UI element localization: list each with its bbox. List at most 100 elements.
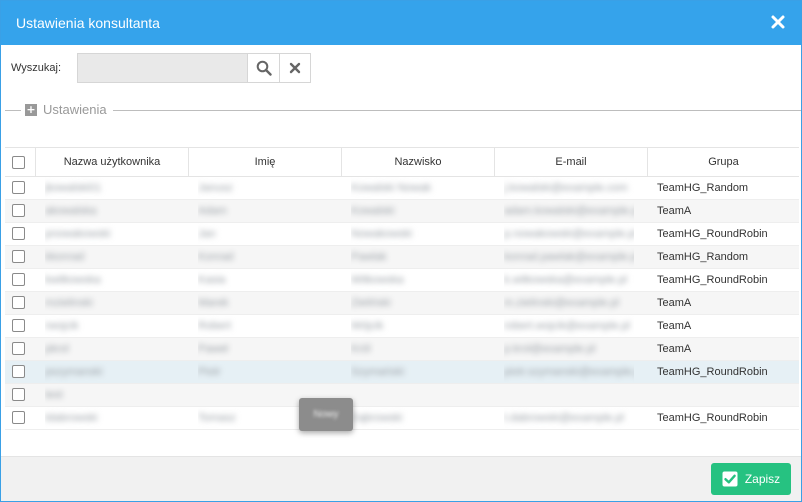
row-checkbox[interactable] [12, 181, 25, 194]
cell-username-text: pkrol [45, 343, 69, 355]
cell-group-text: TeamHG_RoundRobin [657, 228, 768, 240]
cell-group: TeamHG_Random [657, 177, 797, 199]
cell-first-name-text: Marek [198, 297, 229, 309]
row-checkbox[interactable] [12, 273, 25, 286]
table-row[interactable]: tdabrowski Tomasz Dąbrowski t.dabrowski@exa… [5, 407, 799, 430]
cell-last-name-text: Nowakowski [351, 228, 413, 240]
cell-group: TeamA [657, 338, 797, 360]
cell-last-name-text: Wójcik [351, 320, 384, 332]
consultant-settings-dialog: Ustawienia konsultanta Wyszukaj: + Ustaw… [0, 0, 802, 502]
cell-first-name-text: Adam [198, 205, 227, 217]
select-all-checkbox[interactable] [12, 156, 25, 169]
cell-group-text: TeamHG_RoundRobin [657, 274, 768, 286]
table-row[interactable]: pnowakowski Jan Nowakowski p.nowakowski@exa… [5, 223, 799, 246]
clear-search-button[interactable] [279, 53, 311, 83]
cell-last-name-text: Witkowska [351, 274, 404, 286]
check-square-icon [722, 471, 738, 487]
table-row[interactable]: kkonrad Konrad Pawlak konrad.pawlak@example… [5, 246, 799, 269]
cell-first-name-text: Piotr [198, 366, 221, 378]
row-checkbox[interactable] [12, 388, 25, 401]
cell-email: piotr.szymanski@example.pl [504, 361, 634, 383]
table-row[interactable]: mzielinski Marek Zieliński m.zielinski@exam… [5, 292, 799, 315]
row-checkbox[interactable] [12, 411, 25, 424]
column-header-username[interactable]: Nazwa użytkownika [35, 148, 188, 177]
column-header-first-name[interactable]: Imię [188, 148, 341, 177]
cell-username-text: test [45, 389, 63, 401]
cell-last-name [351, 384, 491, 406]
cell-email: p.krol@example.pl [504, 338, 634, 360]
cell-first-name: Robert [198, 315, 338, 337]
search-button[interactable] [247, 53, 279, 83]
cell-last-name: Witkowska [351, 269, 491, 291]
cell-group: TeamHG_RoundRobin [657, 269, 797, 291]
cell-email: m.zielinski@example.pl [504, 292, 634, 314]
column-header-group[interactable]: Grupa [647, 148, 799, 177]
cell-group-text: TeamHG_RoundRobin [657, 412, 768, 424]
cell-group-text: TeamA [657, 320, 692, 332]
cell-email-text: konrad.pawlak@example.pl [504, 251, 634, 263]
cell-group: TeamHG_RoundRobin [657, 223, 797, 245]
save-button-label: Zapisz [744, 472, 781, 486]
row-checkbox[interactable] [12, 250, 25, 263]
cell-username: pnowakowski [45, 223, 185, 245]
settings-section-toggle[interactable]: + Ustawienia [21, 102, 113, 117]
cell-username-text: jkowalski01 [45, 182, 102, 194]
row-checkbox[interactable] [12, 342, 25, 355]
row-checkbox[interactable] [12, 204, 25, 217]
cell-last-name: Kowalski [351, 200, 491, 222]
cell-first-name-text: Kasia [198, 274, 226, 286]
cell-last-name-text: Dąbrowski [351, 412, 403, 424]
row-checkbox[interactable] [12, 296, 25, 309]
cell-email [504, 384, 634, 406]
cell-last-name-text: Zieliński [351, 297, 391, 309]
cell-last-name-text: Kowalski Nowak [351, 182, 432, 194]
cell-last-name: Król [351, 338, 491, 360]
table-row[interactable]: pszymanski Piotr Szymański piotr.szymanski@… [5, 361, 799, 384]
cell-last-name: Dąbrowski [351, 407, 491, 429]
cell-first-name: Piotr [198, 361, 338, 383]
table-row[interactable]: kwitkowska Kasia Witkowska k.witkowska@exam… [5, 269, 799, 292]
cell-group: TeamA [657, 292, 797, 314]
search-input[interactable] [77, 53, 247, 83]
save-button[interactable]: Zapisz [711, 463, 791, 495]
cell-last-name-text: Kowalski [351, 205, 395, 217]
cell-email-text: m.zielinski@example.pl [504, 297, 620, 309]
cell-group: TeamHG_RoundRobin [657, 407, 797, 429]
cell-last-name-text: Król [351, 343, 371, 355]
cell-email: robert.wojcik@example.pl [504, 315, 634, 337]
table-row[interactable]: pkrol Paweł Król p.krol@example.pl TeamA [5, 338, 799, 361]
cell-username: test [45, 384, 185, 406]
cell-username: pszymanski [45, 361, 185, 383]
cell-username: tdabrowski [45, 407, 185, 429]
cell-group [657, 384, 797, 406]
cell-group-text: TeamA [657, 297, 692, 309]
cell-username: rwojcik [45, 315, 185, 337]
cell-username-text: pszymanski [45, 366, 103, 378]
cell-group-text: TeamA [657, 205, 692, 217]
cell-first-name: Paweł [198, 338, 338, 360]
cell-email-text: p.krol@example.pl [504, 343, 596, 355]
cell-first-name-text: Paweł [198, 343, 228, 355]
cell-email-text: t.dabrowski@example.pl [504, 412, 624, 424]
cell-last-name: Wójcik [351, 315, 491, 337]
column-header-last-name[interactable]: Nazwisko [341, 148, 494, 177]
dialog-titlebar: Ustawienia konsultanta [1, 1, 801, 45]
cell-last-name: Kowalski Nowak [351, 177, 491, 199]
row-checkbox[interactable] [12, 319, 25, 332]
table-row[interactable]: jkowalski01 Janusz Kowalski Nowak j.kowalsk… [5, 177, 799, 200]
cell-first-name-text: Robert [198, 320, 232, 332]
table-row[interactable]: rwojcik Robert Wójcik robert.wojcik@example… [5, 315, 799, 338]
cell-username: akowalska [45, 200, 185, 222]
settings-divider [5, 110, 801, 111]
cell-first-name-text: Jan [198, 228, 216, 240]
search-label: Wyszukaj: [11, 62, 62, 74]
table-row[interactable]: test [5, 384, 799, 407]
row-checkbox[interactable] [12, 227, 25, 240]
table-row[interactable]: akowalska Adam Kowalski adam.kowalski@examp… [5, 200, 799, 223]
cell-username-text: mzielinski [45, 297, 93, 309]
column-header-email[interactable]: E-mail [494, 148, 647, 177]
close-icon[interactable] [769, 13, 787, 31]
cell-username-text: kkonrad [45, 251, 85, 263]
row-checkbox[interactable] [12, 365, 25, 378]
cell-first-name: Konrad [198, 246, 338, 268]
